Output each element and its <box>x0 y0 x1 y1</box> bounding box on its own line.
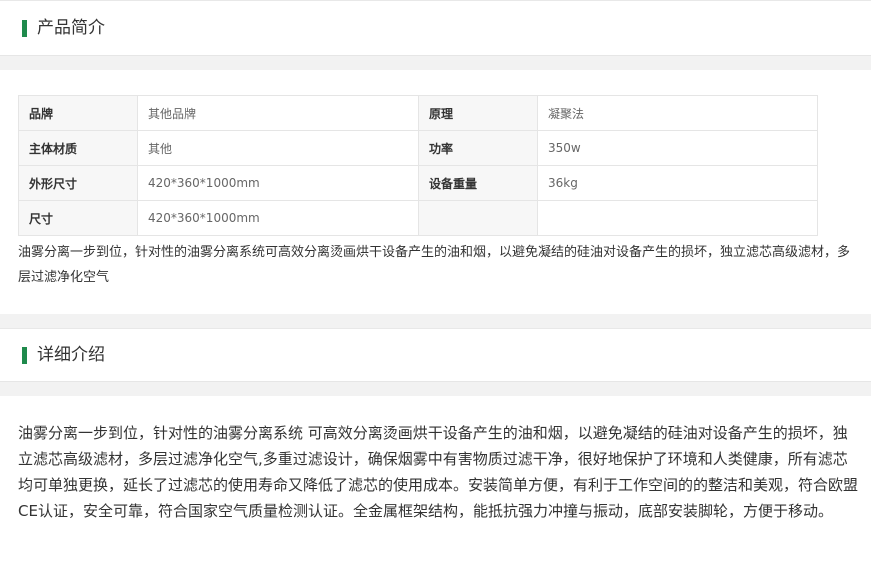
intro-title: 产品简介 <box>37 18 105 38</box>
spec-value: 36kg <box>537 165 818 201</box>
spec-value: 其他 <box>137 130 419 166</box>
spec-key: 主体材质 <box>18 130 138 166</box>
spec-key: 设备重量 <box>418 165 538 201</box>
spec-value: 350w <box>537 130 818 166</box>
spec-row: 尺寸 420*360*1000mm <box>18 200 818 236</box>
spec-key: 尺寸 <box>18 200 138 236</box>
detail-title: 详细介绍 <box>37 345 105 365</box>
detail-text: 油雾分离一步到位，针对性的油雾分离系统 可高效分离烫画烘干设备产生的油和烟，以避… <box>18 424 859 520</box>
spec-row: 主体材质 其他 功率 350w <box>18 130 818 166</box>
detail-header: 详细介绍 <box>0 328 871 382</box>
detail-panel: 油雾分离一步到位，针对性的油雾分离系统 可高效分离烫画烘干设备产生的油和烟，以避… <box>0 396 871 573</box>
spec-key: 功率 <box>418 130 538 166</box>
spec-row: 外形尺寸 420*360*1000mm 设备重量 36kg <box>18 165 818 201</box>
spec-value: 420*360*1000mm <box>137 165 419 201</box>
spec-value: 其他品牌 <box>137 95 419 131</box>
spec-key: 外形尺寸 <box>18 165 138 201</box>
intro-summary: 油雾分离一步到位，针对性的油雾分离系统可高效分离烫画烘干设备产生的油和烟，以避免… <box>18 245 851 285</box>
spec-key: 原理 <box>418 95 538 131</box>
intro-header: 产品简介 <box>0 0 871 56</box>
spec-key: 品牌 <box>18 95 138 131</box>
section-marker <box>22 347 27 364</box>
spec-table: 品牌 其他品牌 原理 凝聚法 主体材质 其他 功率 350w 外形尺寸 420*360*1000m… <box>18 95 818 236</box>
section-marker <box>22 20 27 37</box>
spec-value <box>537 200 818 236</box>
spec-value: 420*360*1000mm <box>137 200 419 236</box>
intro-panel: 品牌 其他品牌 原理 凝聚法 主体材质 其他 功率 350w 外形尺寸 420*360*1000m… <box>0 70 871 314</box>
spec-row: 品牌 其他品牌 原理 凝聚法 <box>18 95 818 131</box>
spec-key <box>418 200 538 236</box>
spec-value: 凝聚法 <box>537 95 818 131</box>
